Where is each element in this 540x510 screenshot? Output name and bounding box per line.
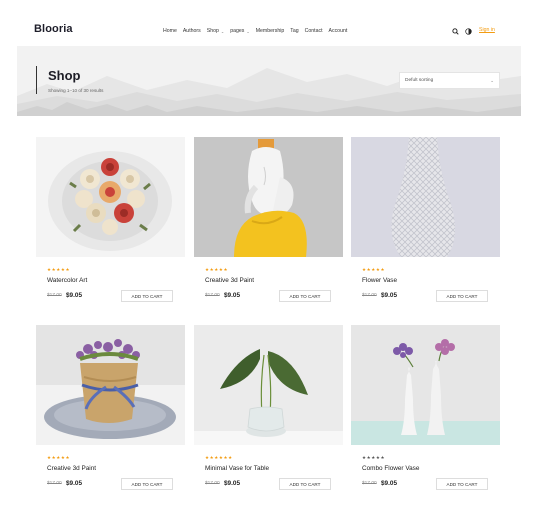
nav-home[interactable]: Home bbox=[163, 28, 177, 34]
rating-stars: ★★★★★ bbox=[205, 267, 229, 272]
product-name[interactable]: Flower Vase bbox=[362, 277, 397, 284]
glass-vase-leaves-icon bbox=[194, 325, 343, 445]
price: $9.05 bbox=[381, 480, 397, 487]
nav-label: Account bbox=[328, 28, 348, 34]
chevron-down-icon: ⌄ bbox=[490, 78, 494, 83]
chevron-down-icon: ⌄ bbox=[246, 28, 250, 34]
site-header: Blooria Home Authors Shop ⌄ pages ⌄ Member… bbox=[0, 0, 540, 46]
rating-stars: ★★★★★ bbox=[47, 455, 71, 460]
page-banner: Shop Showing 1–10 of 30 results Defult s… bbox=[17, 46, 521, 116]
old-price: $17.00 bbox=[205, 481, 220, 486]
old-price: $17.00 bbox=[47, 293, 62, 298]
price: $9.05 bbox=[66, 292, 82, 299]
rating-stars: ★★★★★ bbox=[47, 267, 71, 272]
nav-account[interactable]: Account bbox=[329, 28, 348, 34]
old-price: $17.00 bbox=[362, 481, 377, 486]
add-to-cart-button[interactable]: ADD TO CART bbox=[436, 290, 488, 302]
rose-bouquet-icon bbox=[36, 137, 185, 257]
nav-authors[interactable]: Authors bbox=[183, 28, 201, 34]
nav-label: Authors bbox=[182, 28, 201, 34]
product-card: ★★★★★ Creative 3d Paint $17.00 $9.05 ADD… bbox=[36, 325, 185, 495]
add-to-cart-button[interactable]: ADD TO CART bbox=[121, 478, 173, 490]
price: $9.05 bbox=[224, 292, 240, 299]
product-name[interactable]: Creative 3d Paint bbox=[47, 465, 96, 472]
nav-pages[interactable]: pages ⌄ bbox=[230, 28, 250, 34]
product-image[interactable] bbox=[36, 137, 185, 257]
product-name[interactable]: Combo Flower Vase bbox=[362, 465, 419, 472]
main-nav: Home Authors Shop ⌄ pages ⌄ Membership Tag… bbox=[163, 28, 353, 34]
old-price: $17.00 bbox=[362, 293, 377, 298]
price: $9.05 bbox=[224, 480, 240, 487]
product-image[interactable] bbox=[351, 137, 500, 257]
sign-in-link[interactable]: Sign in bbox=[479, 27, 495, 33]
product-card: ★★★★★ Flower Vase $17.00 $9.05 ADD TO CA… bbox=[351, 137, 500, 307]
product-card: ★★★★★ Creative 3d Paint $17.00 $9.05 ADD… bbox=[194, 137, 343, 307]
product-card: ★★★★★ Combo Flower Vase $17.00 $9.05 ADD… bbox=[351, 325, 500, 495]
product-name[interactable]: Creative 3d Paint bbox=[205, 277, 254, 284]
old-price: $17.00 bbox=[205, 293, 220, 298]
add-to-cart-button[interactable]: ADD TO CART bbox=[279, 290, 331, 302]
price: $9.05 bbox=[381, 292, 397, 299]
product-card: ★★★★★★ Minimal Vase for Table $17.00 $9.… bbox=[194, 325, 343, 495]
product-image[interactable] bbox=[194, 137, 343, 257]
add-to-cart-button[interactable]: ADD TO CART bbox=[121, 290, 173, 302]
site-logo[interactable]: Blooria bbox=[34, 23, 73, 35]
product-image[interactable] bbox=[194, 325, 343, 445]
rating-stars: ★★★★★★ bbox=[205, 455, 233, 460]
old-price: $17.00 bbox=[47, 481, 62, 486]
dark-mode-icon[interactable] bbox=[465, 28, 472, 35]
sculpture-icon bbox=[194, 137, 343, 257]
product-name[interactable]: Watercolor Art bbox=[47, 277, 87, 284]
product-card: ★★★★★ Watercolor Art $17.00 $9.05 ADD TO… bbox=[36, 137, 185, 307]
sort-select[interactable]: Defult sorting ⌄ bbox=[399, 72, 500, 89]
sort-value: Defult sorting bbox=[405, 78, 434, 83]
chevron-down-icon: ⌄ bbox=[220, 28, 225, 34]
rating-stars: ★★★★★ bbox=[362, 455, 386, 460]
nav-label: Membership bbox=[255, 28, 285, 34]
page-title: Shop bbox=[48, 68, 81, 83]
two-vases-icon bbox=[351, 325, 500, 445]
product-image[interactable] bbox=[351, 325, 500, 445]
nav-label: Tag bbox=[290, 28, 299, 34]
add-to-cart-button[interactable]: ADD TO CART bbox=[279, 478, 331, 490]
nav-label: Home bbox=[163, 28, 177, 34]
nav-membership[interactable]: Membership bbox=[256, 28, 285, 34]
rating-stars: ★★★★★ bbox=[362, 267, 386, 272]
nav-contact[interactable]: Contact bbox=[305, 28, 323, 34]
price: $9.05 bbox=[66, 480, 82, 487]
product-name[interactable]: Minimal Vase for Table bbox=[205, 465, 269, 472]
add-to-cart-button[interactable]: ADD TO CART bbox=[436, 478, 488, 490]
nav-label: Shop bbox=[206, 28, 219, 34]
nav-shop[interactable]: Shop ⌄ bbox=[207, 28, 224, 34]
white-vase-icon bbox=[351, 137, 500, 257]
results-count: Showing 1–10 of 30 results bbox=[48, 88, 104, 93]
product-image[interactable] bbox=[36, 325, 185, 445]
burlap-flower-pot-icon bbox=[36, 325, 185, 445]
nav-label: Contact bbox=[304, 28, 323, 34]
nav-tag[interactable]: Tag bbox=[290, 28, 298, 34]
nav-label: pages bbox=[230, 28, 245, 34]
search-icon[interactable] bbox=[452, 28, 459, 35]
title-accent-line bbox=[36, 66, 37, 94]
